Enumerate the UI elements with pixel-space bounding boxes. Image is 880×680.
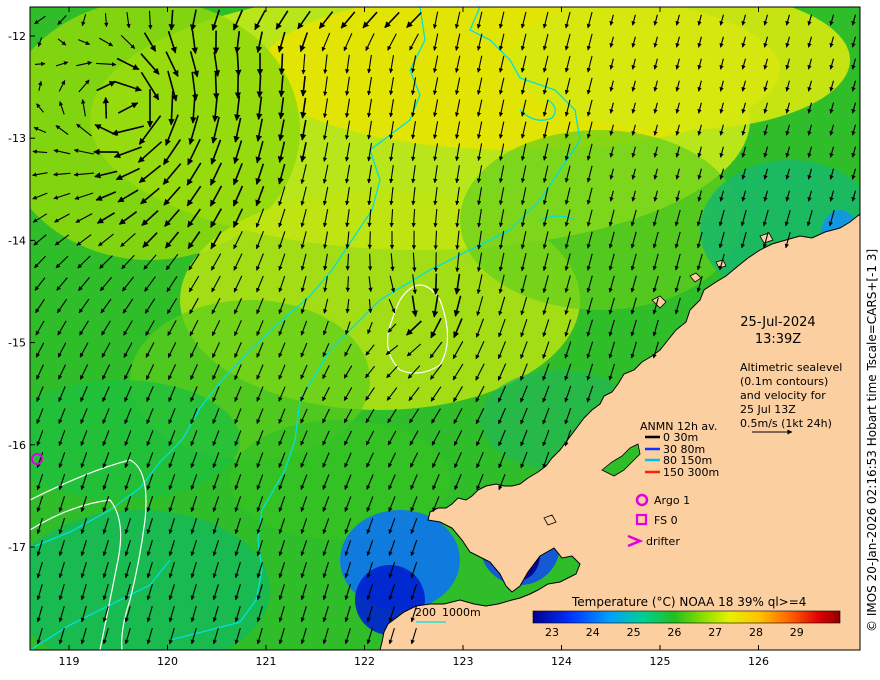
isobath-200-label: 200 xyxy=(415,606,436,619)
velocity-arrow xyxy=(432,273,440,295)
colorbar-tick-label: 23 xyxy=(545,626,559,639)
map-date: 25-Jul-2024 xyxy=(740,315,815,330)
info-line-1: Altimetric sealevel xyxy=(740,361,842,374)
lat-tick-label: -12 xyxy=(8,30,26,43)
colorbar-tick-label: 24 xyxy=(586,626,600,639)
legend-label-150-300m: 150 300m xyxy=(663,466,719,479)
info-line-5: 0.5m/s (1kt 24h) xyxy=(740,417,832,430)
lat-tick-label: -15 xyxy=(8,337,26,350)
velocity-arrow xyxy=(367,231,373,250)
velocity-arrow xyxy=(102,96,110,119)
lon-tick-label: 126 xyxy=(748,655,769,668)
lat-tick-label: -13 xyxy=(8,132,26,145)
colorbar xyxy=(532,610,841,624)
drifter-label: drifter xyxy=(646,535,680,548)
velocity-arrow xyxy=(367,253,373,271)
colorbar-tick-label: 25 xyxy=(627,626,641,639)
velocity-arrow xyxy=(278,53,285,76)
lon-tick-label: 123 xyxy=(453,655,474,668)
isobath-1000-label: 1000m xyxy=(442,606,481,619)
lon-tick-label: 124 xyxy=(551,655,572,668)
colorbar-title: Temperature (°C) NOAA 18 39% ql>=4 xyxy=(571,595,806,609)
colorbar-tick-label: 28 xyxy=(749,626,763,639)
fs-label: FS 0 xyxy=(654,514,678,527)
lat-tick-label: -17 xyxy=(8,541,26,554)
colorbar-tick-label: 26 xyxy=(667,626,681,639)
colorbar-tick-label: 29 xyxy=(790,626,804,639)
map-time: 13:39Z xyxy=(755,332,801,347)
sea-surface-temperature-map: 119 120 121 122 123 124 125 126 -12 -13 -14 -15 -16… xyxy=(8,6,879,668)
lon-tick-label: 122 xyxy=(354,655,375,668)
lat-tick-label: -14 xyxy=(8,234,26,247)
info-line-2: (0.1m contours) xyxy=(740,375,828,388)
copyright-caption: © IMOS 20-Jan-2026 02:16:53 Hobart time … xyxy=(865,249,879,632)
info-line-3: and velocity for xyxy=(740,389,826,402)
lat-tick-label: -16 xyxy=(8,439,26,452)
lon-tick-label: 121 xyxy=(256,655,277,668)
velocity-arrow xyxy=(213,72,220,100)
colorbar-tick-label: 27 xyxy=(708,626,722,639)
lon-tick-label: 120 xyxy=(157,655,178,668)
info-line-4: 25 Jul 13Z xyxy=(740,403,796,416)
lon-tick-label: 125 xyxy=(650,655,671,668)
argo-label: Argo 1 xyxy=(654,494,690,507)
lon-tick-label: 119 xyxy=(59,655,80,668)
